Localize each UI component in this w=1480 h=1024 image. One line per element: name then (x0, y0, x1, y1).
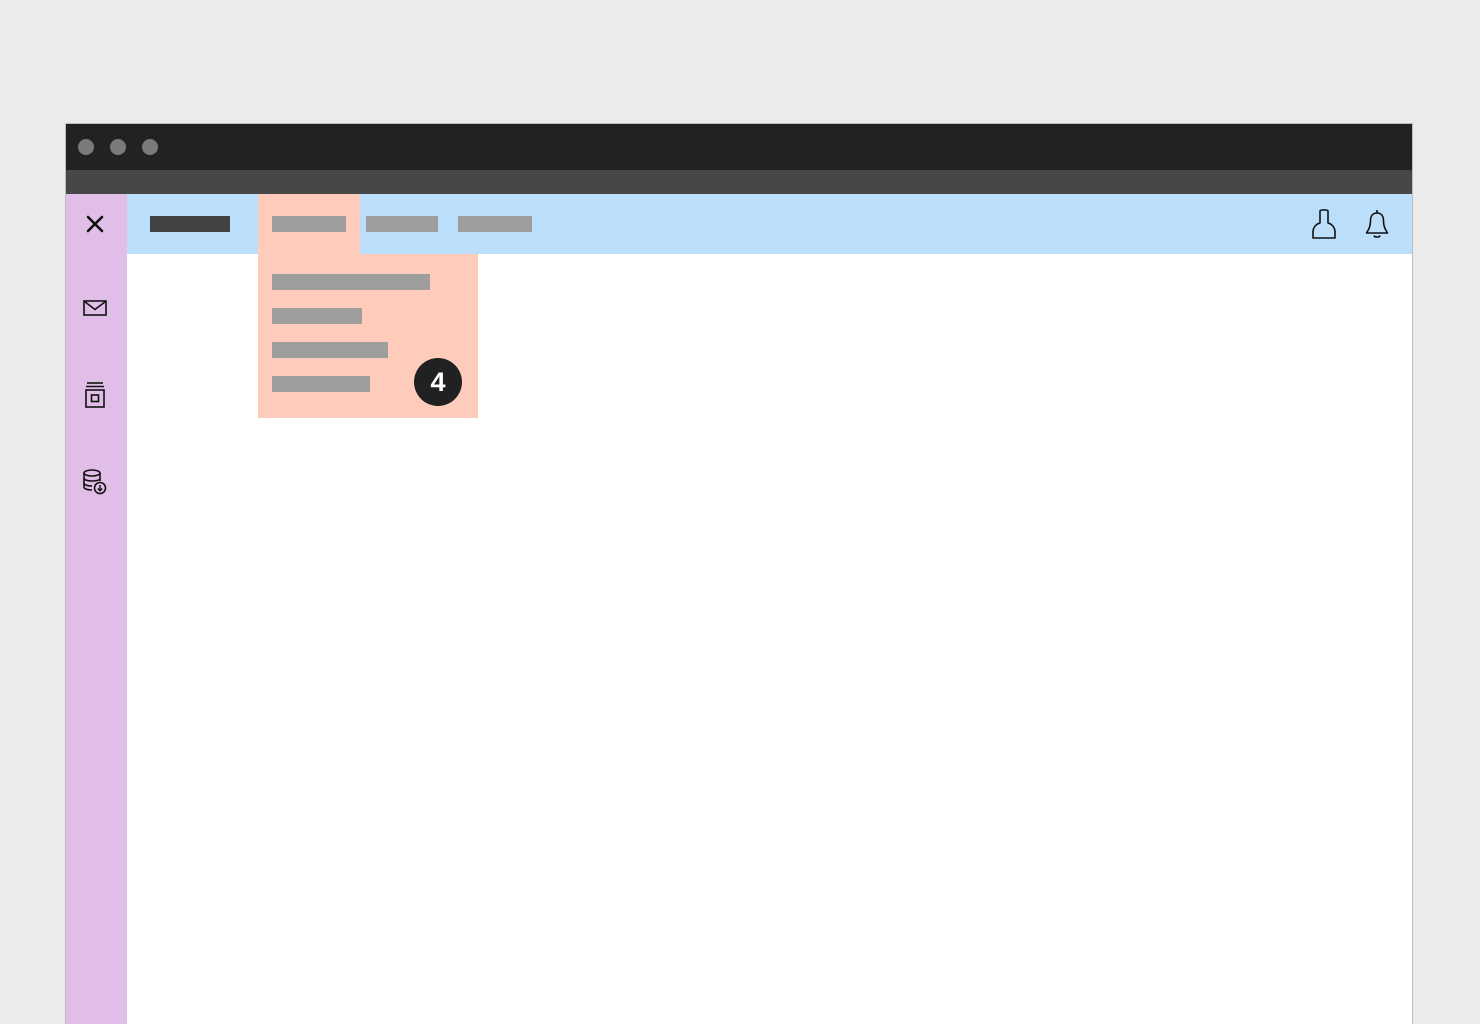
mail-icon[interactable] (81, 294, 109, 322)
close-icon[interactable] (81, 210, 109, 238)
top-app-bar (127, 194, 1412, 254)
app-window: 4 (65, 123, 1413, 1024)
nav-item-2[interactable] (366, 216, 438, 232)
nav-dropdown-menu: 4 (258, 254, 478, 418)
window-maximize-dot[interactable] (142, 139, 158, 155)
archive-icon[interactable] (81, 381, 109, 409)
user-icon[interactable] (1309, 208, 1339, 240)
nav-item-active[interactable] (258, 194, 360, 254)
dropdown-item[interactable] (272, 342, 388, 358)
window-close-dot[interactable] (78, 139, 94, 155)
address-bar (66, 170, 1412, 194)
side-rail (66, 194, 127, 1024)
window-titlebar (66, 124, 1412, 170)
nav-item-3[interactable] (458, 216, 532, 232)
bell-icon[interactable] (1362, 208, 1392, 240)
brand-placeholder (150, 216, 230, 232)
database-download-icon[interactable] (81, 468, 109, 496)
dropdown-item[interactable] (272, 308, 362, 324)
dropdown-item[interactable] (272, 376, 370, 392)
callout-number-badge: 4 (414, 358, 462, 406)
nav-label-placeholder (272, 216, 346, 232)
dropdown-item[interactable] (272, 274, 430, 290)
window-minimize-dot[interactable] (110, 139, 126, 155)
